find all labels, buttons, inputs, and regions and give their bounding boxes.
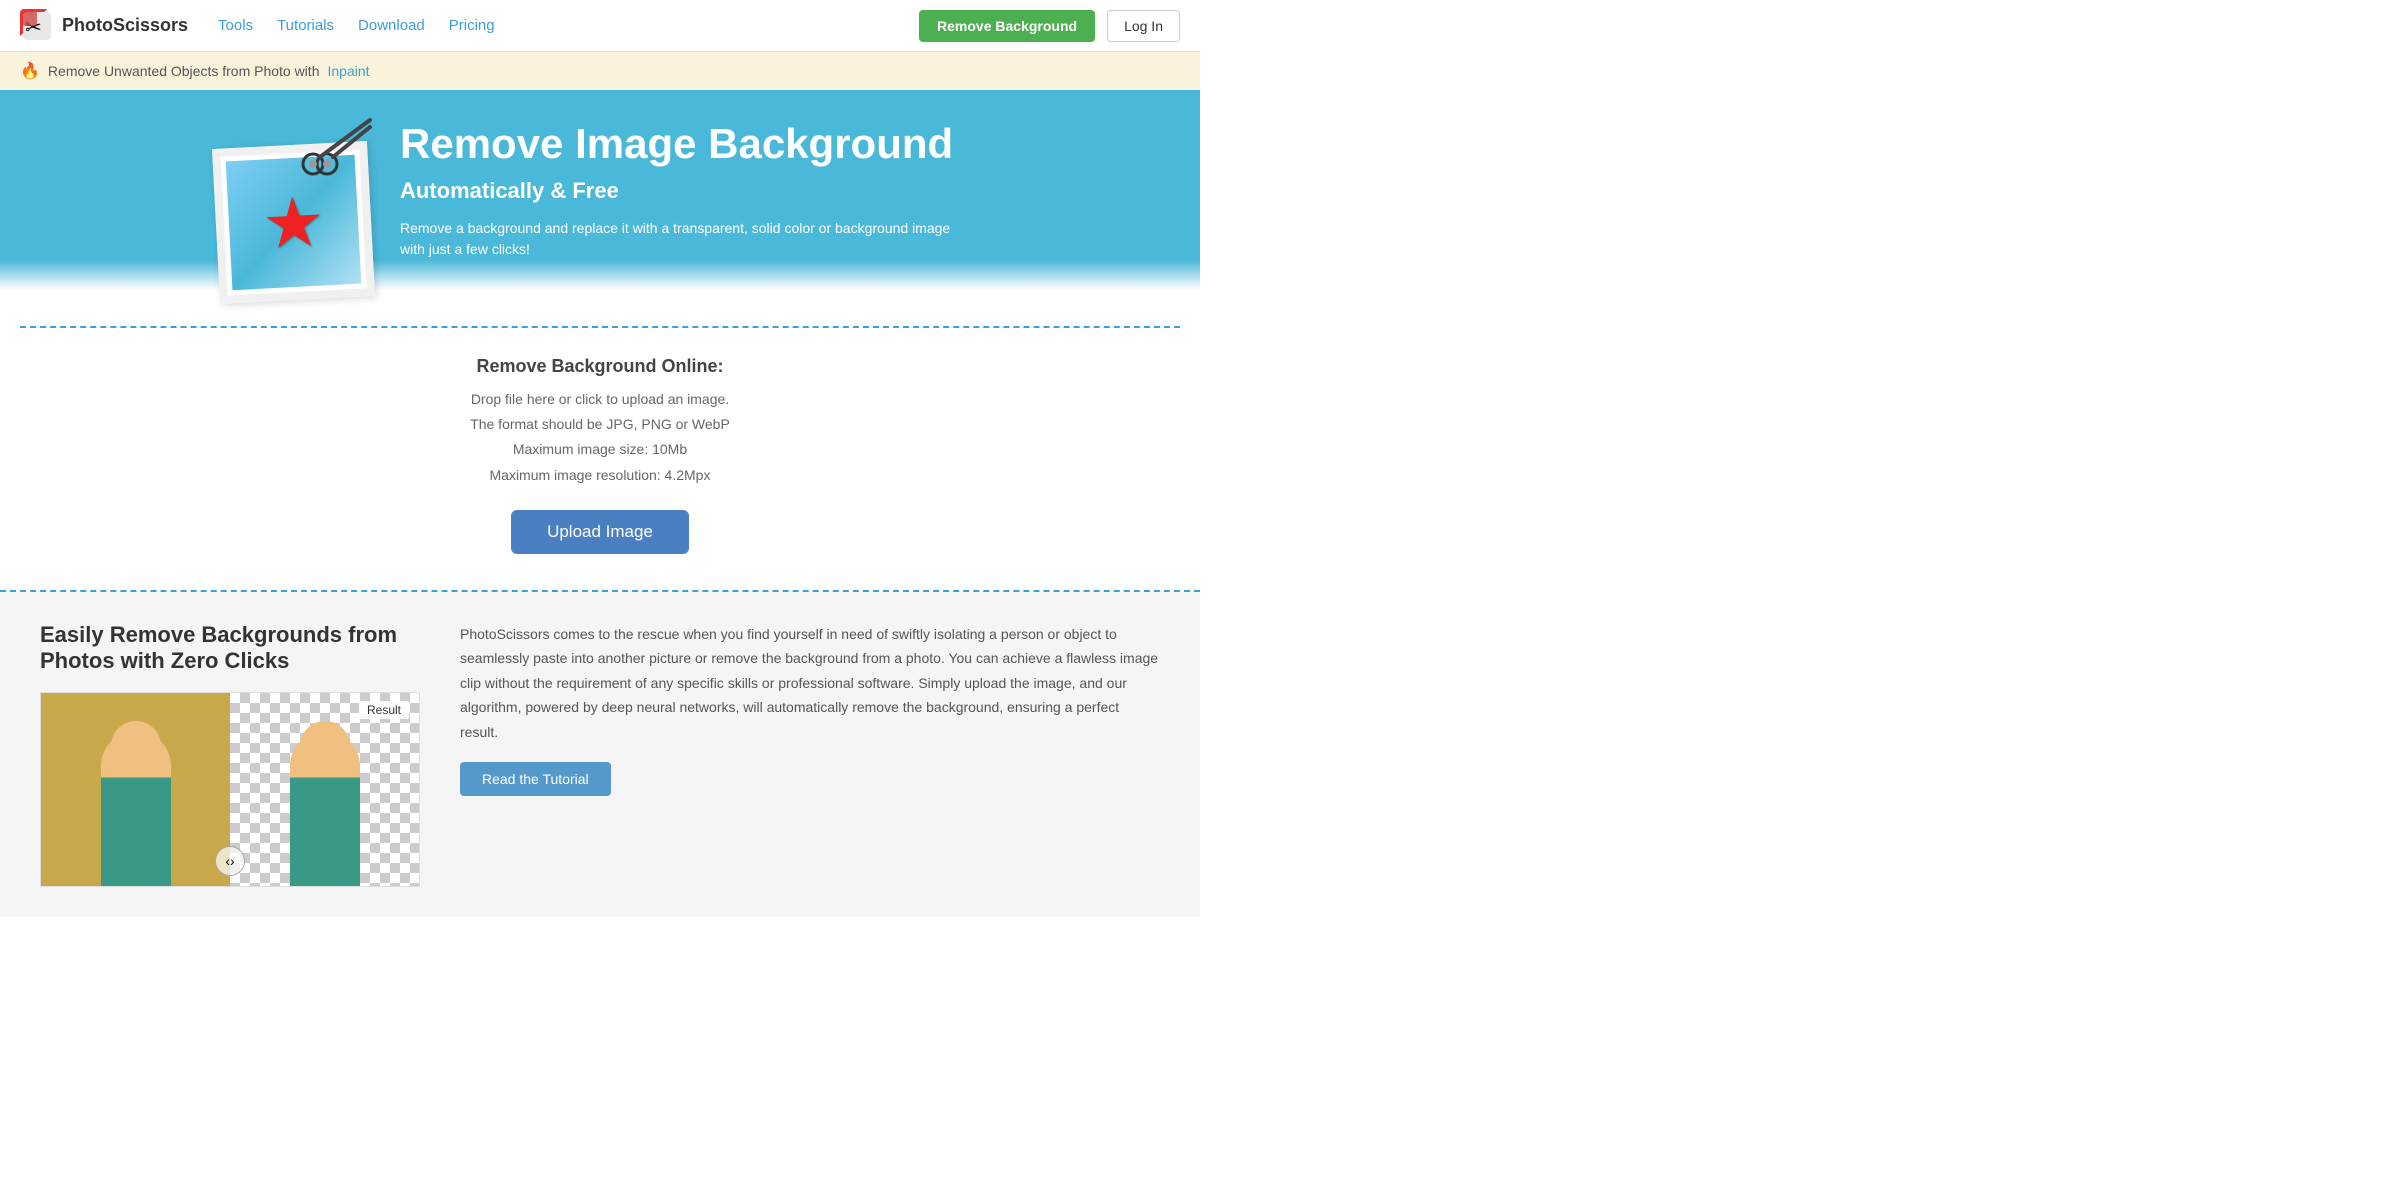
nav-link-tools[interactable]: Tools — [218, 17, 253, 34]
upload-title: Remove Background Online: — [20, 356, 1180, 377]
hero-section: ★ Remove Image Background Automatically … — [0, 90, 1200, 290]
login-button[interactable]: Log In — [1107, 10, 1180, 42]
nav-link-pricing[interactable]: Pricing — [449, 17, 495, 34]
upload-line3: Maximum image size: 10Mb — [20, 437, 1180, 462]
hero-subtitle: Automatically & Free — [400, 178, 960, 204]
features-description-area: PhotoScissors comes to the rescue when y… — [460, 622, 1160, 887]
upload-line2: The format should be JPG, PNG or WebP — [20, 412, 1180, 437]
nav-link-download[interactable]: Download — [358, 17, 425, 34]
upload-image-button[interactable]: Upload Image — [511, 510, 689, 554]
upload-line1: Drop file here or click to upload an ima… — [20, 387, 1180, 412]
remove-background-button[interactable]: Remove Background — [919, 10, 1095, 42]
banner-link[interactable]: Inpaint — [328, 63, 370, 79]
hero-description: Remove a background and replace it with … — [400, 218, 960, 260]
promo-banner: 🔥 Remove Unwanted Objects from Photo wit… — [0, 52, 1200, 90]
hero-title: Remove Image Background — [400, 120, 960, 168]
upload-line4: Maximum image resolution: 4.2Mpx — [20, 463, 1180, 488]
logo-icon: ✂ — [20, 9, 54, 43]
features-section: Easily Remove Backgrounds from Photos wi… — [0, 592, 1200, 917]
fire-icon: 🔥 — [20, 61, 40, 81]
demo-slider-arrows[interactable]: ‹ › — [215, 846, 245, 876]
banner-text: Remove Unwanted Objects from Photo with — [48, 63, 320, 79]
scissors-icon — [295, 112, 385, 182]
features-title: Easily Remove Backgrounds from Photos wi… — [40, 622, 420, 674]
read-tutorial-button[interactable]: Read the Tutorial — [460, 762, 611, 796]
nav-link-tutorials[interactable]: Tutorials — [277, 17, 334, 34]
red-star-icon: ★ — [260, 180, 327, 265]
upload-instructions: Drop file here or click to upload an ima… — [20, 387, 1180, 488]
demo-container: Original Result — [40, 692, 420, 887]
logo[interactable]: ✂ PhotoScissors — [20, 9, 188, 43]
navbar: ✂ PhotoScissors Tools Tutorials Download… — [0, 0, 1200, 52]
nav-right: Remove Background Log In — [919, 10, 1180, 42]
hero-text: Remove Image Background Automatically & … — [400, 120, 960, 260]
features-demo: Easily Remove Backgrounds from Photos wi… — [40, 622, 420, 887]
demo-original: Original — [41, 693, 230, 886]
logo-text: PhotoScissors — [62, 15, 188, 36]
upload-section: Remove Background Online: Drop file here… — [0, 290, 1200, 592]
right-arrow-icon: › — [230, 853, 235, 869]
features-description: PhotoScissors comes to the rescue when y… — [460, 622, 1160, 745]
nav-links: Tools Tutorials Download Pricing — [218, 17, 919, 34]
demo-result: Result — [230, 693, 419, 886]
